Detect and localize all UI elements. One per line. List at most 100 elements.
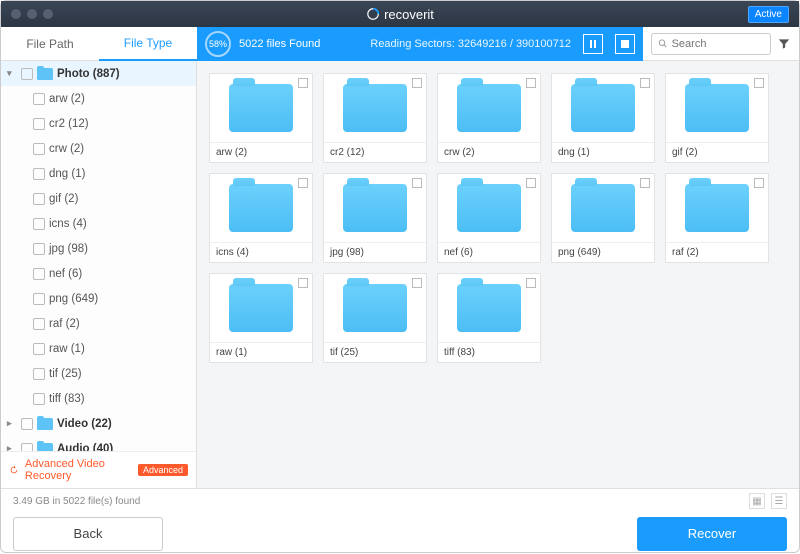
folder-card[interactable]: png (649) [551,173,655,263]
sidebar-item[interactable]: tif (25) [1,361,196,386]
sidebar-item-label: raw (1) [49,343,85,355]
checkbox[interactable] [21,418,33,430]
folder-card[interactable]: nef (6) [437,173,541,263]
checkbox[interactable] [33,343,45,355]
checkbox[interactable] [33,268,45,280]
grid-view-icon[interactable]: ▦ [749,493,765,509]
chevron-down-icon[interactable]: ▾ [7,68,17,79]
brand-icon [366,7,380,21]
checkbox[interactable] [754,78,764,88]
sidebar-item-label: gif (2) [49,193,78,205]
avr-badge: Advanced [138,464,188,476]
folder-icon [343,284,407,332]
window-controls[interactable] [11,9,53,19]
folder-label: tif (25) [324,342,426,362]
checkbox[interactable] [412,78,422,88]
checkbox[interactable] [21,68,33,80]
sidebar-item[interactable]: icns (4) [1,211,196,236]
max-dot[interactable] [43,9,53,19]
folder-card[interactable]: raw (1) [209,273,313,363]
folder-icon [685,84,749,132]
active-badge[interactable]: Active [748,6,789,23]
folder-card[interactable]: gif (2) [665,73,769,163]
checkbox[interactable] [33,168,45,180]
folder-card[interactable]: cr2 (12) [323,73,427,163]
folder-card[interactable]: dng (1) [551,73,655,163]
folder-card[interactable]: crw (2) [437,73,541,163]
sidebar-item[interactable]: cr2 (12) [1,111,196,136]
folder-label: tiff (83) [438,342,540,362]
sidebar-item[interactable]: jpg (98) [1,236,196,261]
checkbox[interactable] [33,143,45,155]
folder-icon [571,184,635,232]
checkbox[interactable] [640,78,650,88]
checkbox[interactable] [33,243,45,255]
checkbox[interactable] [298,178,308,188]
folder-card[interactable]: tif (25) [323,273,427,363]
content-area: arw (2)cr2 (12) crw (2) dng (1) gif (2) icns… [197,61,799,488]
filter-icon[interactable] [777,37,791,51]
min-dot[interactable] [27,9,37,19]
checkbox[interactable] [33,293,45,305]
folder-icon [229,84,293,132]
pause-button[interactable] [583,34,603,54]
checkbox[interactable] [33,193,45,205]
sidebar-item[interactable]: nef (6) [1,261,196,286]
search-box[interactable] [651,33,771,55]
stop-button[interactable] [615,34,635,54]
folder-icon [571,84,635,132]
checkbox[interactable] [412,278,422,288]
sidebar-item-label: crw (2) [49,143,84,155]
search-icon [658,38,668,49]
search-input[interactable] [672,38,764,50]
checkbox[interactable] [754,178,764,188]
checkbox[interactable] [33,368,45,380]
checkbox[interactable] [33,393,45,405]
checkbox[interactable] [33,118,45,130]
footer: 3.49 GB in 5022 file(s) found ▦ ☰ Back R… [1,488,799,554]
folder-card[interactable]: raf (2) [665,173,769,263]
tab-file-path[interactable]: File Path [1,27,99,61]
checkbox[interactable] [640,178,650,188]
sidebar-item-label: arw (2) [49,93,85,105]
folder-card[interactable]: arw (2) [209,73,313,163]
folder-label: gif (2) [666,142,768,162]
folder-icon [457,84,521,132]
list-view-icon[interactable]: ☰ [771,493,787,509]
sidebar-item[interactable]: raf (2) [1,311,196,336]
sidebar-item[interactable]: raw (1) [1,336,196,361]
checkbox[interactable] [298,78,308,88]
folder-grid: arw (2)cr2 (12) crw (2) dng (1) gif (2) icns… [209,73,787,363]
recover-button[interactable]: Recover [637,517,787,551]
sidebar-item[interactable]: png (649) [1,286,196,311]
advanced-video-recovery[interactable]: Advanced Video Recovery Advanced [9,458,188,482]
checkbox[interactable] [412,178,422,188]
checkbox[interactable] [33,93,45,105]
checkbox[interactable] [33,218,45,230]
folder-card[interactable]: tiff (83) [437,273,541,363]
checkbox[interactable] [526,78,536,88]
folder-label: crw (2) [438,142,540,162]
folder-icon [229,184,293,232]
checkbox[interactable] [298,278,308,288]
close-dot[interactable] [11,9,21,19]
checkbox[interactable] [526,278,536,288]
folder-card[interactable]: jpg (98) [323,173,427,263]
sidebar-item[interactable]: arw (2) [1,86,196,111]
folder-card[interactable]: icns (4) [209,173,313,263]
scan-status-bar: 58% 5022 files Found Reading Sectors: 32… [197,27,643,61]
sidebar-root-label: Photo (887) [57,68,120,80]
reading-sectors-value: 32649216 / 390100712 [458,38,571,50]
chevron-right-icon[interactable]: ▸ [7,418,17,429]
folder-label: png (649) [552,242,654,262]
sidebar-item[interactable]: dng (1) [1,161,196,186]
sidebar-category[interactable]: ▸Video (22) [1,411,196,436]
checkbox[interactable] [33,318,45,330]
tab-file-type[interactable]: File Type [99,27,197,61]
sidebar-item[interactable]: crw (2) [1,136,196,161]
sidebar-item[interactable]: tiff (83) [1,386,196,411]
back-button[interactable]: Back [13,517,163,551]
sidebar-root-photo[interactable]: ▾ Photo (887) [1,61,196,86]
sidebar-item[interactable]: gif (2) [1,186,196,211]
checkbox[interactable] [526,178,536,188]
